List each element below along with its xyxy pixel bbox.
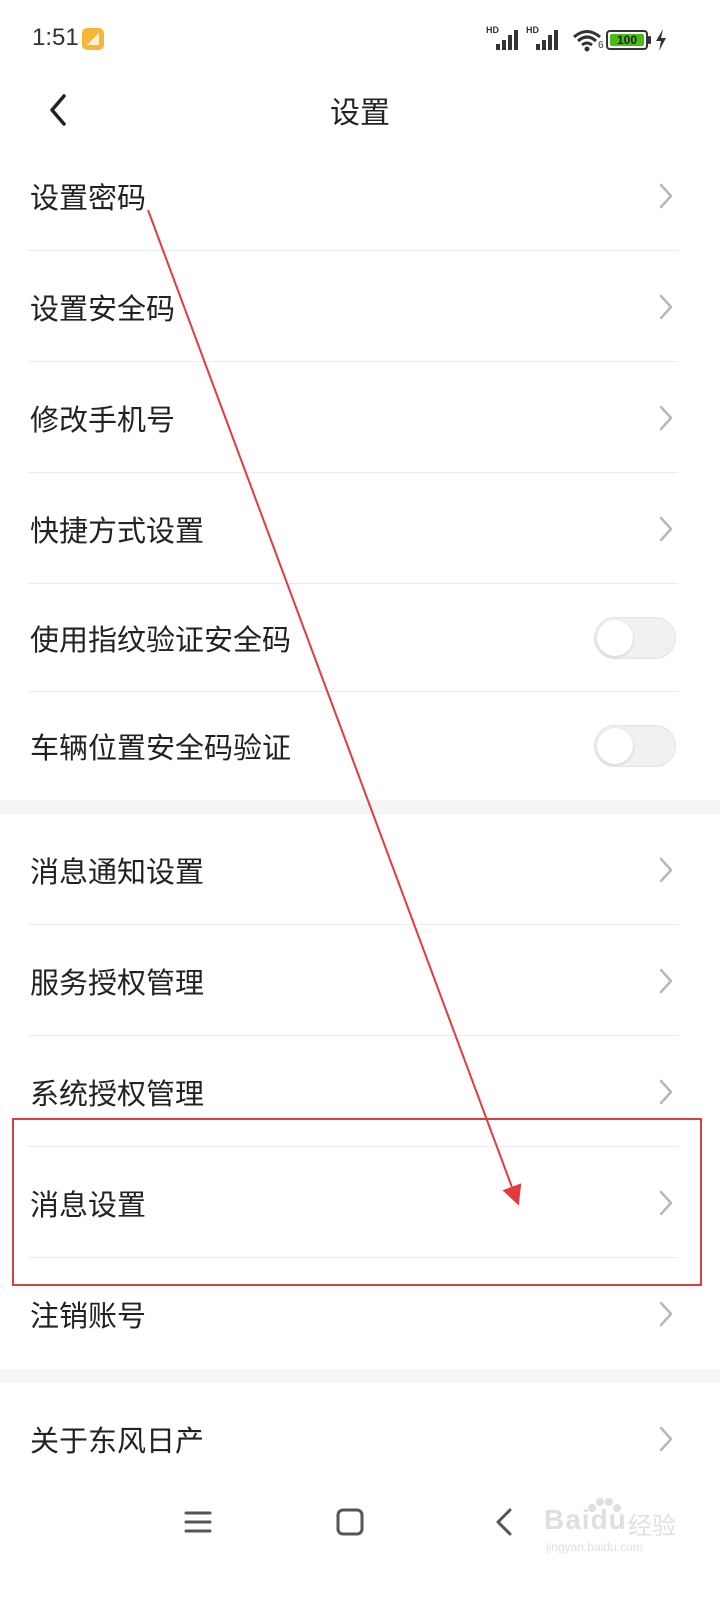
settings-row-notification[interactable]: 消息通知设置 — [0, 814, 720, 925]
wifi-6-label: 6 — [598, 40, 604, 51]
settings-group-security: 设置密码 设置安全码 修改手机号 快捷方式设置 使用指纹验证安全码 车辆位置安全… — [0, 140, 720, 800]
menu-icon — [184, 1511, 212, 1533]
cellular-signal-1-icon: HD — [486, 25, 520, 50]
chevron-right-icon — [659, 405, 673, 430]
chevron-right-icon — [659, 1301, 673, 1326]
page-title: 设置 — [330, 96, 390, 131]
settings-row-fingerprint: 使用指纹验证安全码 — [0, 584, 720, 692]
battery-level: 100 — [616, 33, 638, 47]
settings-row-change-phone[interactable]: 修改手机号 — [0, 362, 720, 473]
toggle-knob — [597, 620, 633, 656]
row-label: 使用指纹验证安全码 — [30, 623, 292, 657]
watermark-text: 经验 — [628, 1512, 676, 1540]
status-time: 1:51 — [32, 24, 79, 51]
row-label: 注销账号 — [30, 1298, 147, 1333]
watermark-url: jingyan.baidu.com — [546, 1540, 643, 1554]
battery-tip — [648, 36, 651, 44]
vehicle-location-toggle[interactable] — [594, 725, 676, 767]
row-label: 快捷方式设置 — [30, 513, 205, 548]
fingerprint-toggle[interactable] — [594, 617, 676, 659]
row-label: 设置安全码 — [30, 291, 176, 326]
row-label: 系统授权管理 — [30, 1076, 205, 1111]
row-label: 修改手机号 — [30, 402, 176, 437]
row-label: 设置密码 — [30, 180, 147, 215]
charging-bolt-icon — [654, 28, 668, 52]
baidu-watermark: Baidu 经验 jingyan.baidu.com — [536, 1490, 686, 1580]
row-label: 车辆位置安全码验证 — [30, 731, 292, 765]
status-bar: 1:51 HD HD 6 100 — [0, 0, 720, 80]
chevron-right-icon — [659, 968, 673, 993]
chevron-right-icon — [659, 1079, 673, 1104]
toggle-knob — [597, 728, 633, 764]
settings-row-about[interactable]: 关于东风日产 — [0, 1383, 720, 1494]
settings-row-system-auth[interactable]: 系统授权管理 — [0, 1036, 720, 1147]
settings-row-cancel-account[interactable]: 注销账号 — [0, 1258, 720, 1369]
settings-row-shortcut-settings[interactable]: 快捷方式设置 — [0, 473, 720, 584]
section-separator — [0, 1369, 720, 1383]
settings-row-service-auth[interactable]: 服务授权管理 — [0, 925, 720, 1036]
row-label: 服务授权管理 — [30, 965, 205, 1000]
row-label: 消息通知设置 — [30, 854, 205, 889]
nav-back-button[interactable] — [482, 1500, 526, 1544]
chevron-right-icon — [659, 1426, 673, 1451]
row-label: 关于东风日产 — [30, 1423, 205, 1458]
nav-home-button[interactable] — [328, 1500, 372, 1544]
signal-2-hd-label: HD — [526, 25, 539, 35]
settings-row-message-settings[interactable]: 消息设置 — [0, 1147, 720, 1258]
settings-group-about: 关于东风日产 — [0, 1383, 720, 1494]
row-label: 消息设置 — [30, 1187, 147, 1222]
settings-row-vehicle-location: 车辆位置安全码验证 — [0, 692, 720, 800]
settings-row-set-password[interactable]: 设置密码 — [0, 140, 720, 251]
notification-app-icon — [82, 28, 104, 50]
nav-menu-button[interactable] — [176, 1500, 220, 1544]
home-square-icon — [336, 1508, 364, 1536]
section-separator — [0, 800, 720, 814]
battery-icon: 100 — [606, 30, 648, 50]
chevron-right-icon — [659, 183, 673, 208]
chevron-right-icon — [659, 857, 673, 882]
chevron-right-icon — [659, 516, 673, 541]
settings-row-set-security-code[interactable]: 设置安全码 — [0, 251, 720, 362]
chevron-right-icon — [659, 294, 673, 319]
back-triangle-icon — [496, 1508, 512, 1536]
cellular-signal-2-icon: HD — [526, 25, 560, 50]
chevron-right-icon — [659, 1190, 673, 1215]
settings-group-general: 消息通知设置 服务授权管理 系统授权管理 消息设置 注销账号 — [0, 814, 720, 1369]
watermark-brand: Baidu — [544, 1504, 627, 1535]
signal-1-hd-label: HD — [486, 25, 499, 35]
wifi-icon: 6 — [572, 28, 606, 52]
